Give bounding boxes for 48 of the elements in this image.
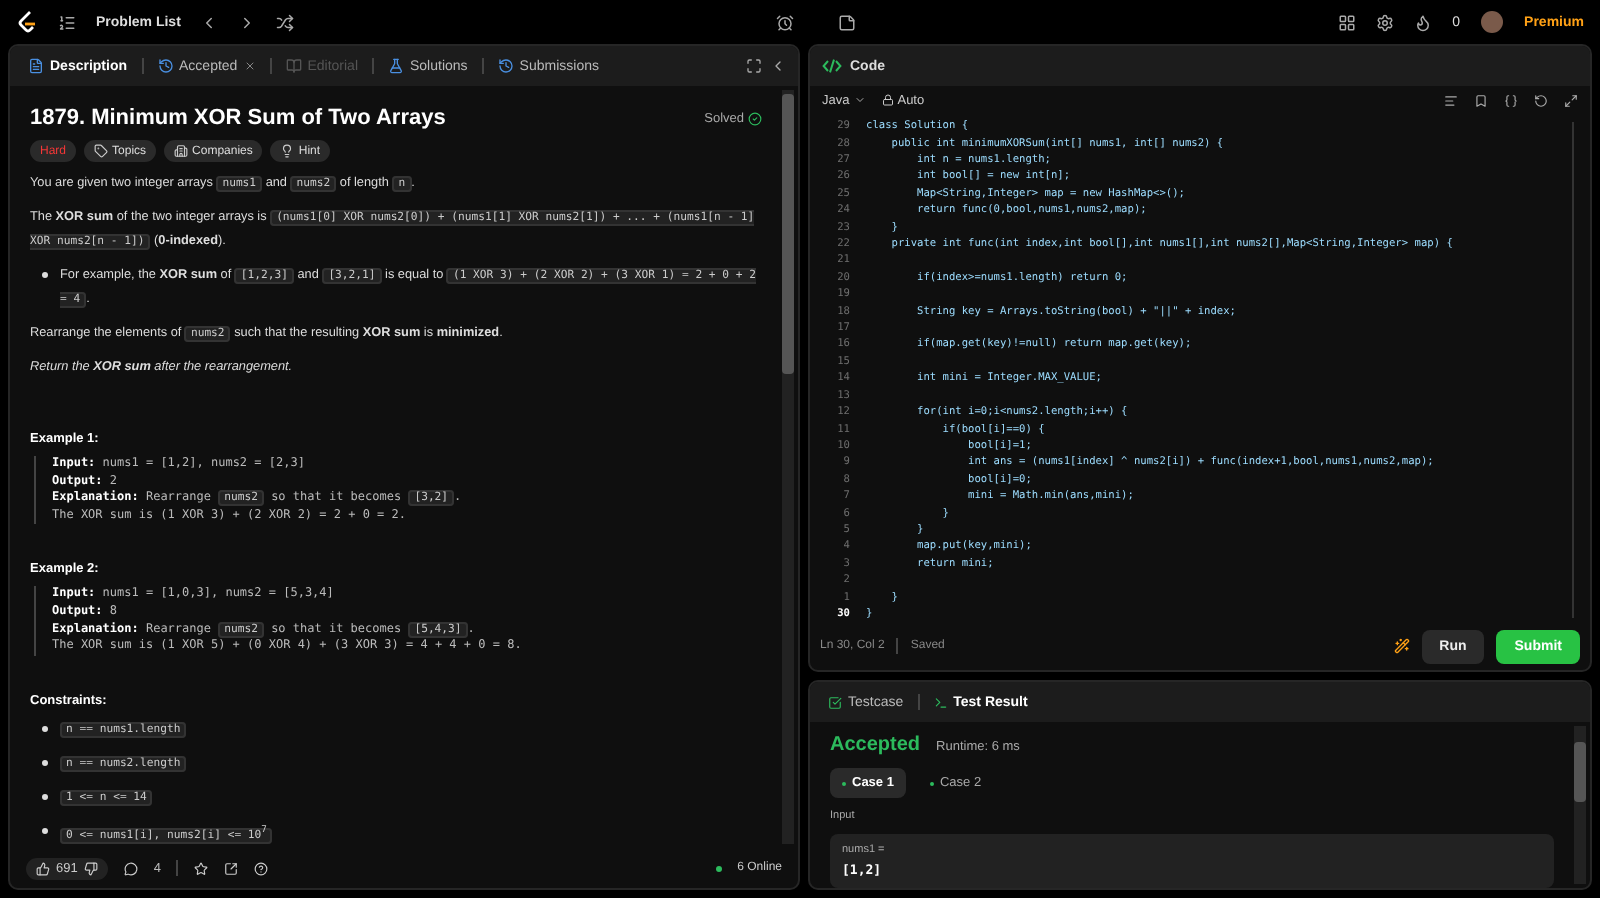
document-icon — [28, 58, 44, 74]
bookmark-icon[interactable] — [1474, 93, 1488, 107]
bullet-dot — [42, 759, 48, 766]
flask-icon — [388, 58, 404, 74]
thumbs-up-icon — [36, 861, 50, 875]
list-icon — [58, 13, 76, 31]
format-icon[interactable] — [1444, 93, 1458, 107]
star-icon[interactable] — [194, 861, 209, 875]
flame-icon — [1414, 13, 1433, 31]
avatar[interactable] — [1480, 10, 1505, 34]
thumbs-down-icon — [83, 861, 98, 875]
bullet-dot — [42, 272, 48, 278]
tag-icon — [94, 144, 109, 158]
history-icon — [497, 58, 514, 74]
comment-icon[interactable] — [123, 861, 138, 875]
building-icon — [174, 144, 189, 158]
help-icon[interactable] — [254, 861, 269, 875]
wand-icon[interactable] — [1393, 638, 1410, 654]
scrollbar[interactable] — [782, 90, 794, 844]
lightbulb-icon — [280, 144, 295, 158]
clock-icon — [157, 58, 174, 74]
logo-icon[interactable] — [16, 10, 38, 34]
close-icon[interactable] — [243, 60, 256, 72]
code-icon — [822, 58, 842, 74]
bullet-dot — [42, 793, 48, 800]
maximize-icon[interactable] — [746, 58, 762, 74]
lock-icon — [881, 94, 894, 106]
reset-icon[interactable] — [1534, 93, 1548, 107]
scrollbar[interactable] — [1574, 726, 1586, 884]
verdict: Accepted — [830, 734, 921, 756]
grid-icon[interactable] — [1338, 13, 1357, 31]
share-icon[interactable] — [224, 861, 239, 875]
note-icon[interactable] — [838, 13, 857, 31]
shuffle-icon[interactable] — [276, 13, 295, 31]
book-icon — [285, 58, 302, 74]
collapse-icon[interactable] — [770, 58, 786, 74]
chevron-down-icon — [853, 94, 866, 106]
expand-icon[interactable] — [1564, 93, 1578, 107]
bullet-dot — [42, 725, 48, 732]
bullet-dot — [42, 827, 48, 834]
checkbox-icon — [828, 695, 842, 709]
online-dot — [715, 865, 722, 871]
problem-title: 1879. Minimum XOR Sum of Two Arrays — [30, 106, 446, 130]
terminal-icon — [933, 695, 948, 709]
settings-icon[interactable] — [1376, 13, 1395, 31]
braces-icon[interactable] — [1504, 93, 1518, 107]
alarm-clock-icon[interactable] — [776, 13, 795, 31]
check-circle-icon — [748, 111, 762, 125]
